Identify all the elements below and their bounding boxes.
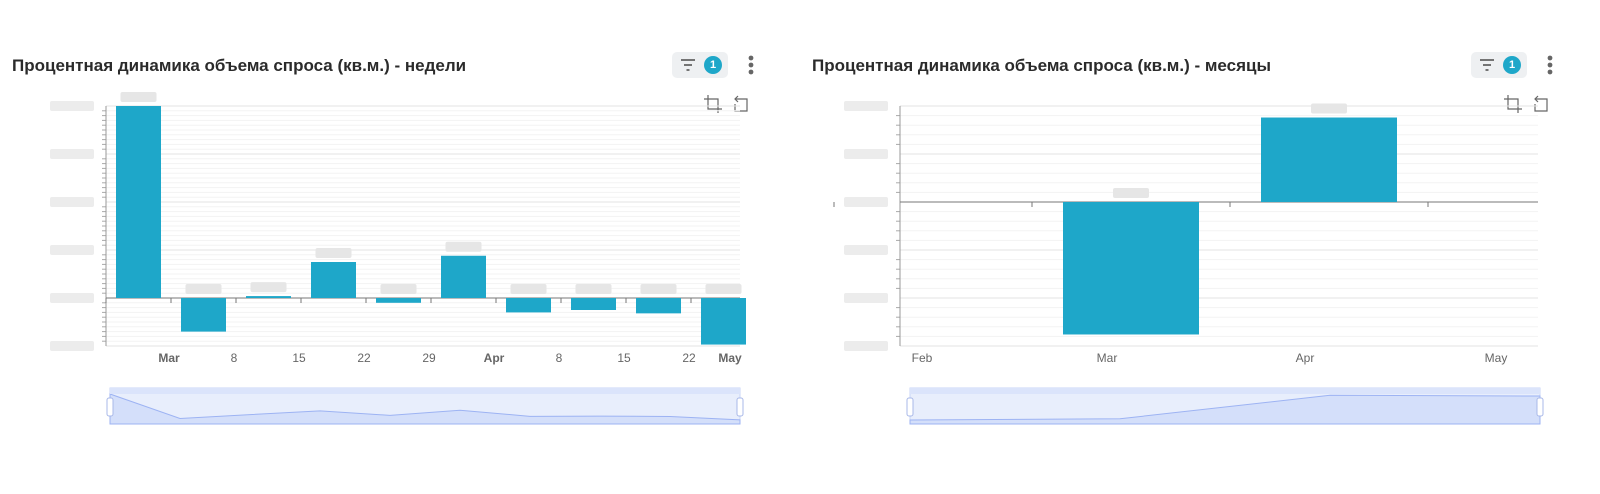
weekly-bar-chart: Mar 8 15 22 29 Apr 8 15 22 May <box>50 92 746 365</box>
y-tick-label-hidden <box>844 101 888 111</box>
y-tick-label-hidden <box>50 341 94 351</box>
x-tick-label: 8 <box>231 351 238 365</box>
data-label-hidden <box>120 92 157 102</box>
data-label-hidden <box>575 284 612 294</box>
y-tick-label-hidden <box>844 197 888 207</box>
x-tick-label: 15 <box>617 351 631 365</box>
x-tick-label: Apr <box>1296 351 1315 365</box>
bar[interactable] <box>311 262 356 298</box>
y-tick-label-hidden <box>50 197 94 207</box>
chart-title: Процентная динамика объема спроса (кв.м.… <box>812 56 1272 75</box>
datazoom-slider[interactable] <box>812 384 1552 429</box>
x-tick-label: May <box>718 351 742 365</box>
bars <box>1063 103 1397 335</box>
datazoom-handle[interactable] <box>906 397 914 417</box>
x-tick-label: 22 <box>682 351 696 365</box>
bar[interactable] <box>571 298 616 310</box>
filter-icon <box>1480 59 1494 71</box>
x-tick-label: Feb <box>912 351 933 365</box>
bar[interactable] <box>506 298 551 313</box>
y-tick-label-hidden <box>50 293 94 303</box>
filter-count-badge: 1 <box>1503 56 1521 74</box>
bar[interactable] <box>246 296 291 298</box>
x-tick-label: Mar <box>1097 351 1118 365</box>
y-tick-label-hidden <box>844 341 888 351</box>
y-tick-label-hidden <box>50 149 94 159</box>
data-label-hidden <box>250 282 287 293</box>
y-tick-label-hidden <box>50 245 94 255</box>
monthly-chart-panel: Процентная динамика объема спроса (кв.м.… <box>812 44 1572 444</box>
x-tick-label: Apr <box>484 351 505 365</box>
datazoom-slider[interactable] <box>12 384 752 429</box>
chart-title: Процентная динамика объема спроса (кв.м.… <box>12 56 467 75</box>
data-label-hidden <box>510 284 547 294</box>
data-label-hidden <box>380 284 417 294</box>
bar[interactable] <box>636 298 681 314</box>
data-label-hidden <box>315 248 352 258</box>
data-label-hidden <box>185 284 222 294</box>
more-vertical-icon[interactable] <box>1547 54 1553 76</box>
data-label-hidden <box>1113 188 1149 198</box>
monthly-bar-chart: Feb Mar Apr May <box>833 101 1538 365</box>
weekly-chart-panel: Процентная динамика объема спроса (кв.м.… <box>12 44 772 444</box>
data-label-hidden <box>445 241 482 252</box>
y-tick-label-hidden <box>844 149 888 159</box>
filter-button[interactable]: 1 <box>1471 52 1527 78</box>
x-tick-label: Mar <box>158 351 180 365</box>
x-tick-label: 8 <box>556 351 563 365</box>
y-tick-label-hidden <box>844 293 888 303</box>
datazoom-move-bar[interactable] <box>910 388 1540 394</box>
datazoom-handle[interactable] <box>1536 397 1544 417</box>
filter-icon <box>681 59 695 71</box>
y-tick-label-hidden <box>844 245 888 255</box>
bar[interactable] <box>1261 117 1397 202</box>
data-label-hidden <box>705 284 742 294</box>
x-tick-label: 22 <box>357 351 371 365</box>
datazoom-move-bar[interactable] <box>110 388 740 394</box>
x-tick-label: 29 <box>422 351 436 365</box>
data-label-hidden <box>1311 103 1347 114</box>
bar[interactable] <box>181 298 226 332</box>
bar[interactable] <box>116 106 161 298</box>
bar[interactable] <box>1063 202 1199 335</box>
filter-button[interactable]: 1 <box>672 52 728 78</box>
bar[interactable] <box>441 255 486 298</box>
data-label-hidden <box>640 284 677 294</box>
x-tick-label: May <box>1485 351 1508 365</box>
datazoom-handle[interactable] <box>736 397 744 417</box>
datazoom-handle[interactable] <box>106 397 114 417</box>
bar[interactable] <box>376 298 421 303</box>
filter-count-badge: 1 <box>704 56 722 74</box>
more-vertical-icon[interactable] <box>748 54 754 76</box>
x-tick-label: 15 <box>292 351 306 365</box>
bar[interactable] <box>701 298 746 345</box>
y-tick-label-hidden <box>50 101 94 111</box>
